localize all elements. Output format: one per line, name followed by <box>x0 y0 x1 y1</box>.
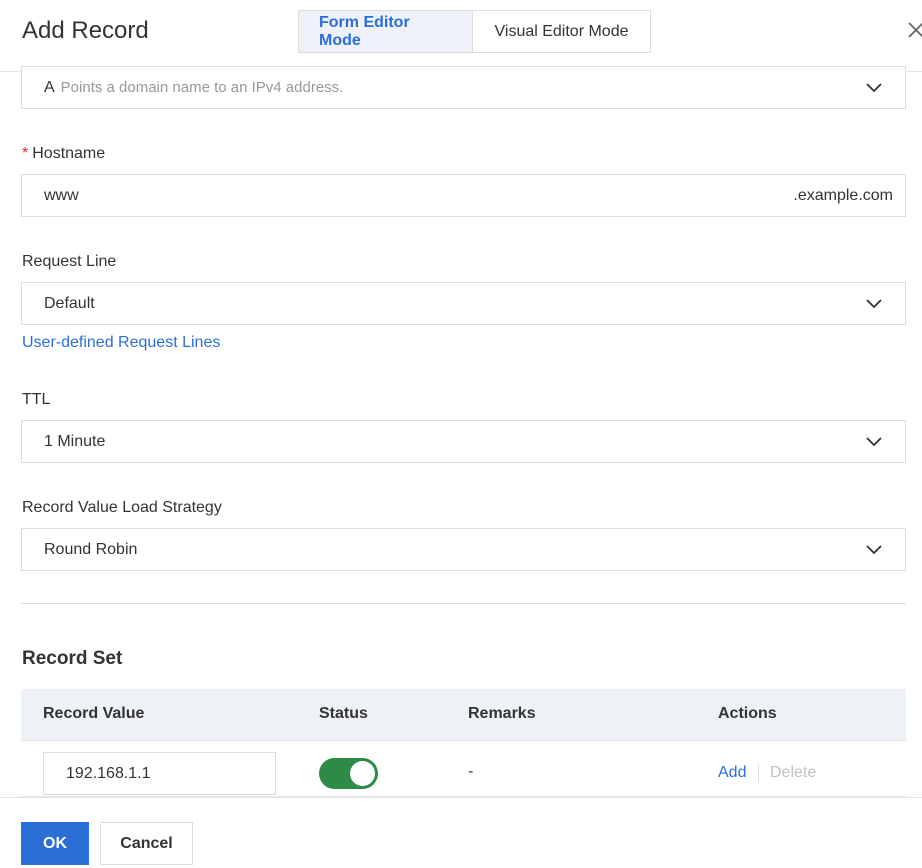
request-line-value: Default <box>44 294 95 312</box>
close-icon[interactable] <box>906 20 922 40</box>
hostname-input[interactable]: www .example.com <box>21 174 906 217</box>
load-strategy-value: Round Robin <box>44 540 138 558</box>
record-value-text: 192.168.1.1 <box>66 764 151 782</box>
visual-editor-mode-tab[interactable]: Visual Editor Mode <box>473 10 651 53</box>
ttl-label: TTL <box>22 391 51 408</box>
dialog-header: Add Record Form Editor Mode Visual Edito… <box>0 0 922 72</box>
hostname-suffix: .example.com <box>793 187 893 204</box>
hostname-label: * Hostname <box>22 145 106 162</box>
record-set-table-header: Record Value Status Remarks Actions <box>21 689 906 741</box>
chevron-down-icon <box>866 83 882 93</box>
ttl-select[interactable]: 1 Minute <box>21 420 906 463</box>
action-separator <box>758 764 759 782</box>
request-line-label: Request Line <box>22 253 117 270</box>
delete-row-link[interactable]: Delete <box>770 764 816 782</box>
load-strategy-label: Record Value Load Strategy <box>22 499 222 516</box>
add-row-link[interactable]: Add <box>718 764 746 782</box>
status-toggle[interactable] <box>319 758 378 789</box>
user-defined-request-lines-link[interactable]: User-defined Request Lines <box>22 334 220 352</box>
hostname-value: www <box>44 186 79 204</box>
editor-mode-switch: Form Editor Mode Visual Editor Mode <box>298 10 651 53</box>
column-header-actions: Actions <box>718 705 777 722</box>
cancel-button[interactable]: Cancel <box>100 822 193 865</box>
ttl-value: 1 Minute <box>44 432 106 450</box>
load-strategy-select[interactable]: Round Robin <box>21 528 906 571</box>
record-type-select[interactable]: A Points a domain name to an IPv4 addres… <box>21 66 906 109</box>
toggle-knob <box>350 761 375 786</box>
form-editor-mode-tab[interactable]: Form Editor Mode <box>298 10 473 53</box>
chevron-down-icon <box>866 437 882 447</box>
table-row: 192.168.1.1 - Add Delete <box>21 741 906 797</box>
chevron-down-icon <box>866 299 882 309</box>
record-value-input[interactable]: 192.168.1.1 <box>43 752 276 795</box>
chevron-down-icon <box>866 545 882 555</box>
column-header-record-value: Record Value <box>43 705 145 722</box>
request-line-select[interactable]: Default <box>21 282 906 325</box>
dialog-title: Add Record <box>22 17 149 44</box>
ok-button[interactable]: OK <box>21 822 89 865</box>
record-type-description: Points a domain name to an IPv4 address. <box>60 79 344 96</box>
column-header-status: Status <box>319 705 368 722</box>
record-type-code: A <box>44 78 55 96</box>
remarks-value: - <box>468 763 474 780</box>
section-divider <box>21 603 906 604</box>
column-header-remarks: Remarks <box>468 705 536 722</box>
record-set-title: Record Set <box>22 648 123 669</box>
required-marker: * <box>22 145 29 162</box>
dialog-footer: OK Cancel <box>0 797 922 868</box>
